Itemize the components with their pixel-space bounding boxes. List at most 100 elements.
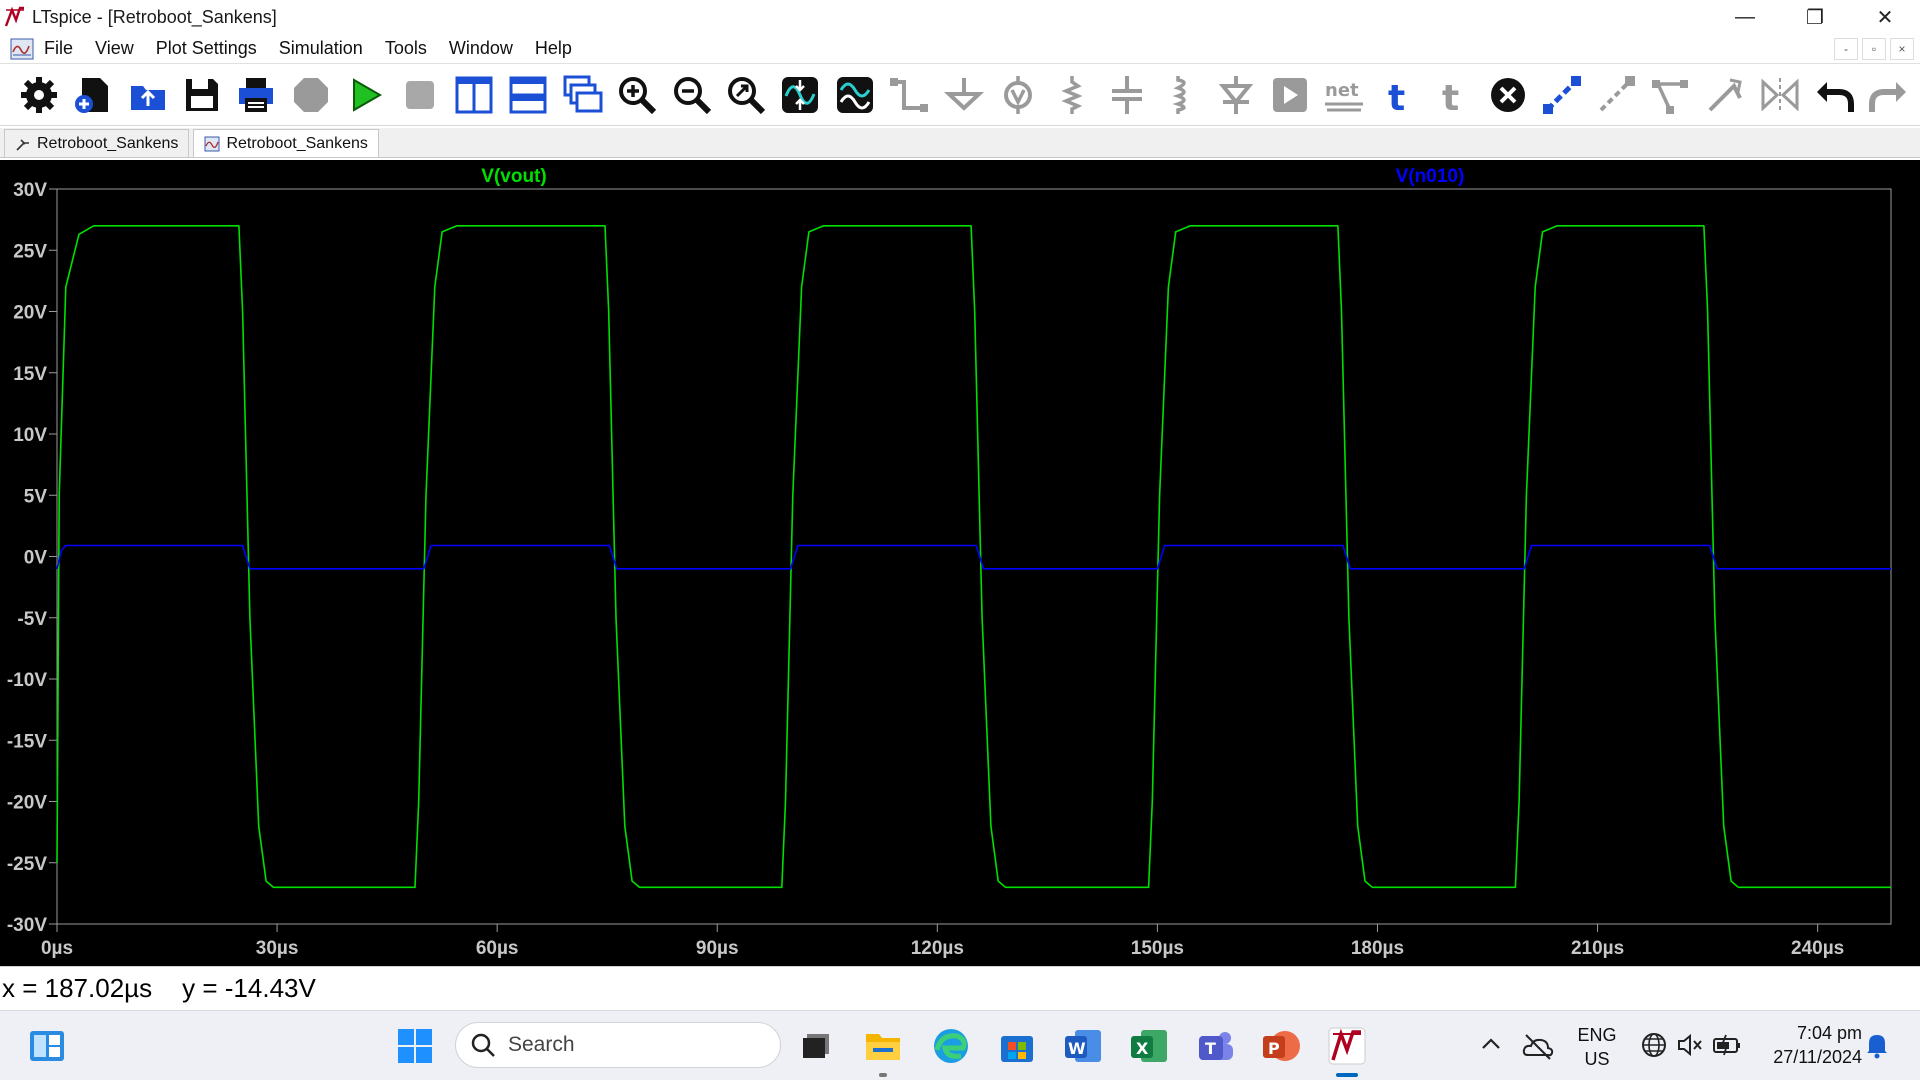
waveform-tab-icon: [204, 136, 220, 151]
notification-bell-icon[interactable]: [1864, 1031, 1890, 1059]
net-label-button[interactable]: net: [1322, 72, 1367, 118]
mdi-minimize-button[interactable]: -: [1834, 38, 1858, 60]
tile-horizontal-button[interactable]: [506, 72, 551, 118]
x-tick-label: 210µs: [1571, 938, 1624, 959]
autorange-button[interactable]: [778, 72, 823, 118]
chevron-up-icon[interactable]: [1478, 1031, 1504, 1057]
mirror-button[interactable]: [1757, 72, 1802, 118]
inductor-button[interactable]: [1159, 72, 1204, 118]
gear-icon: [20, 76, 57, 113]
menu-window[interactable]: Window: [449, 38, 513, 59]
widgets-icon[interactable]: [28, 1027, 66, 1065]
tab-schematic[interactable]: Retroboot_Sankens: [4, 129, 190, 157]
mdi-restore-button[interactable]: ▫: [1862, 38, 1886, 60]
taskbar-excel[interactable]: X: [1128, 1025, 1170, 1067]
save-button[interactable]: [179, 72, 224, 118]
region-code: US: [1584, 1049, 1610, 1069]
control-panel-button[interactable]: [16, 72, 61, 118]
menu-tools[interactable]: Tools: [385, 38, 427, 59]
menu-help[interactable]: Help: [535, 38, 572, 59]
waveform-icon: [836, 76, 873, 113]
undo-icon: [1817, 81, 1855, 112]
taskbar-teams[interactable]: T: [1194, 1025, 1236, 1067]
menu-simulation[interactable]: Simulation: [279, 38, 363, 59]
print-button[interactable]: [234, 72, 279, 118]
autorange-icon: [782, 76, 819, 113]
mdi-close-button[interactable]: ×: [1890, 38, 1914, 60]
tab-schematic-label: Retroboot_Sankens: [37, 134, 179, 152]
excel-icon: X: [1131, 1030, 1167, 1062]
taskbar-ltspice[interactable]: [1326, 1025, 1368, 1077]
y-tick-label: -25V: [7, 854, 47, 875]
onedrive-cloud-icon[interactable]: [1522, 1031, 1554, 1061]
x-tick-label: 0µs: [41, 938, 73, 959]
spice-directive-button[interactable]: t: [1431, 72, 1476, 118]
new-schematic-button[interactable]: [70, 72, 115, 118]
taskbar-word[interactable]: W: [1062, 1025, 1104, 1067]
duplicate-button[interactable]: [1539, 72, 1584, 118]
resistor-button[interactable]: [1050, 72, 1095, 118]
taskbar-search[interactable]: Search: [455, 1022, 781, 1068]
waveform-window-icon[interactable]: [10, 38, 34, 60]
volume-muted-icon[interactable]: [1676, 1031, 1704, 1059]
minimize-button[interactable]: —: [1710, 0, 1780, 34]
voltage-source-button[interactable]: [995, 72, 1040, 118]
document-tabs: Retroboot_Sankens Retroboot_Sankens: [0, 128, 1920, 158]
cascade-button[interactable]: [560, 72, 605, 118]
waveform-button[interactable]: [832, 72, 877, 118]
cursor-x-readout: x = 187.02µs: [2, 973, 153, 1003]
taskbar-edge[interactable]: [930, 1025, 972, 1067]
move-button[interactable]: [1594, 72, 1639, 118]
restore-button[interactable]: ❐: [1780, 0, 1850, 34]
taskbar-powerpoint[interactable]: P: [1260, 1025, 1302, 1067]
taskbar-file-explorer[interactable]: [862, 1025, 904, 1077]
spice-directive-icon: t: [1442, 78, 1459, 116]
toolbar: net t t: [0, 64, 1920, 126]
rotate-button[interactable]: [1703, 72, 1748, 118]
tile-vertical-button[interactable]: [451, 72, 496, 118]
search-placeholder: Search: [508, 1033, 575, 1056]
battery-icon[interactable]: [1712, 1031, 1742, 1059]
settings-disabled-button[interactable]: [288, 72, 333, 118]
ltspice-app-icon[interactable]: [4, 6, 26, 28]
undo-button[interactable]: [1811, 72, 1856, 118]
svg-text:X: X: [1136, 1039, 1149, 1058]
network-globe-icon[interactable]: [1640, 1031, 1668, 1059]
diode-button[interactable]: [1213, 72, 1258, 118]
zoom-fit-button[interactable]: [723, 72, 768, 118]
capacitor-button[interactable]: [1104, 72, 1149, 118]
input-language[interactable]: ENG US: [1576, 1023, 1618, 1071]
tile-vertical-icon: [455, 76, 493, 113]
taskbar-store[interactable]: [996, 1025, 1038, 1067]
menu-view[interactable]: View: [95, 38, 134, 59]
run-button[interactable]: [342, 72, 387, 118]
taskbar-task-view[interactable]: [794, 1025, 836, 1067]
print-icon: [239, 77, 274, 112]
component-button[interactable]: [1267, 72, 1312, 118]
system-clock[interactable]: 7:04 pm 27/11/2024: [1756, 1021, 1862, 1069]
text-button[interactable]: t: [1376, 72, 1421, 118]
language-code: ENG: [1577, 1025, 1617, 1045]
wire-button[interactable]: [887, 72, 932, 118]
start-icon[interactable]: [396, 1027, 434, 1065]
capacitor-icon: [1111, 75, 1142, 114]
menu-file[interactable]: File: [44, 38, 73, 59]
halt-button[interactable]: [397, 72, 442, 118]
task-view-icon: [803, 1034, 829, 1058]
x-tick-label: 150µs: [1131, 938, 1184, 959]
drag-button[interactable]: [1648, 72, 1693, 118]
ground-button[interactable]: [941, 72, 986, 118]
menu-plot-settings[interactable]: Plot Settings: [156, 38, 257, 59]
close-button[interactable]: ✕: [1850, 0, 1920, 34]
svg-text:t: t: [1442, 78, 1459, 116]
delete-button[interactable]: [1485, 72, 1530, 118]
tab-waveform-label: Retroboot_Sankens: [226, 134, 368, 152]
x-tick-label: 30µs: [256, 938, 299, 959]
zoom-in-button[interactable]: [614, 72, 659, 118]
waveform-plot[interactable]: 30V 25V 20V 15V 10V 5V 0V -5V -10V -15V -20V -25V -3…: [0, 160, 1920, 966]
zoom-out-button[interactable]: [669, 72, 714, 118]
redo-button[interactable]: [1866, 72, 1911, 118]
waveform-plot-pane[interactable]: 30V 25V 20V 15V 10V 5V 0V -5V -10V -15V -20V -25V -3…: [0, 160, 1920, 966]
tab-waveform[interactable]: Retroboot_Sankens: [193, 129, 379, 157]
open-button[interactable]: [125, 72, 170, 118]
